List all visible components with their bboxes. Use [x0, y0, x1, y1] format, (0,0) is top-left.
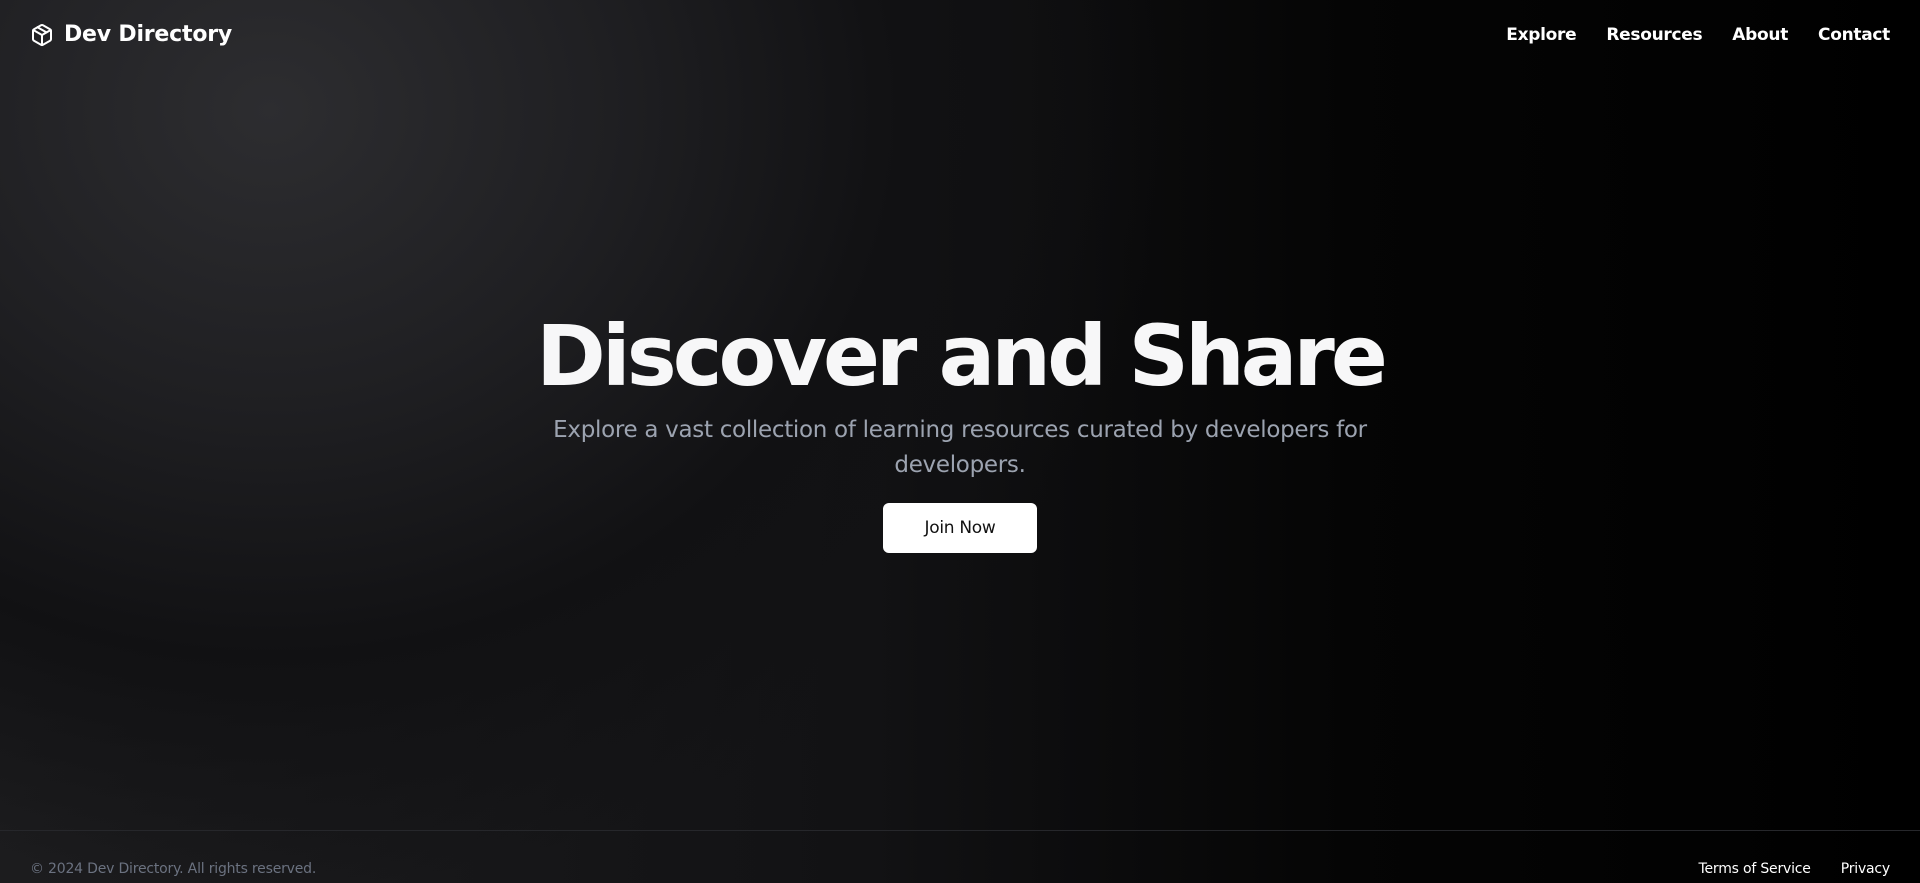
- site-header: Dev Directory Explore Resources About Co…: [0, 0, 1920, 70]
- nav-link-explore[interactable]: Explore: [1506, 22, 1576, 48]
- page-background: Dev Directory Explore Resources About Co…: [0, 0, 1920, 883]
- brand-name: Dev Directory: [64, 22, 233, 47]
- join-now-button[interactable]: Join Now: [883, 503, 1037, 553]
- copyright-text: © 2024 Dev Directory. All rights reserve…: [30, 861, 317, 877]
- brand-link[interactable]: Dev Directory: [30, 19, 232, 51]
- nav-link-contact[interactable]: Contact: [1818, 22, 1890, 48]
- nav-link-about[interactable]: About: [1732, 22, 1788, 48]
- footer-links: Terms of Service Privacy: [1699, 861, 1891, 877]
- hero-section: Discover and Share Explore a vast collec…: [0, 305, 1920, 553]
- hero-subtitle: Explore a vast collection of learning re…: [553, 417, 1367, 478]
- privacy-link[interactable]: Privacy: [1841, 861, 1890, 877]
- hero-title: Discover and Share: [536, 307, 1388, 405]
- nav-link-resources[interactable]: Resources: [1606, 22, 1702, 48]
- main-nav: Explore Resources About Contact: [1506, 22, 1890, 48]
- package-box-icon: [30, 23, 54, 47]
- terms-of-service-link[interactable]: Terms of Service: [1699, 861, 1811, 877]
- site-footer: © 2024 Dev Directory. All rights reserve…: [0, 830, 1920, 883]
